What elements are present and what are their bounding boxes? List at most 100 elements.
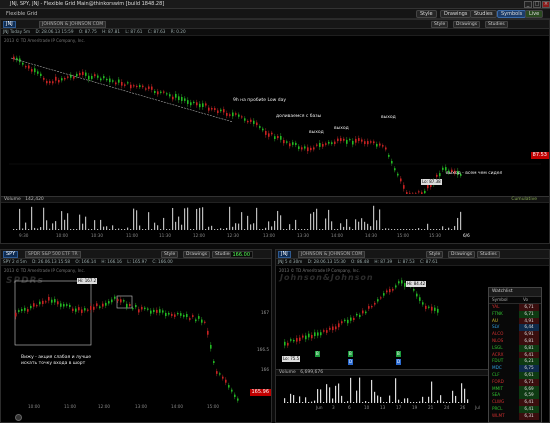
volume-bar bbox=[434, 402, 436, 403]
volume-bar bbox=[190, 229, 192, 230]
live-button[interactable]: Live bbox=[525, 10, 544, 18]
candle bbox=[147, 308, 149, 310]
candle bbox=[299, 337, 301, 341]
candle bbox=[231, 389, 233, 392]
spy-style-button[interactable]: Style bbox=[161, 251, 179, 258]
volume-bar bbox=[214, 229, 216, 230]
watchlist-row[interactable]: CLWG 6,41 bbox=[489, 399, 541, 406]
watchlist-value: 6,21 bbox=[519, 358, 539, 366]
watchlist-row[interactable]: AU 4,91 bbox=[489, 317, 541, 325]
dividend-marker[interactable]: D bbox=[348, 359, 354, 365]
watchlist-row[interactable]: YAL 6,71 bbox=[489, 304, 541, 311]
candle bbox=[295, 142, 297, 146]
candle bbox=[219, 373, 221, 375]
volume-bar bbox=[184, 208, 186, 230]
watchlist-symbol: LSGL bbox=[492, 344, 503, 350]
jnj-daily-x-tick: 10 bbox=[364, 405, 370, 410]
watchlist-value: 6,41 bbox=[519, 405, 539, 413]
watchlist-row[interactable]: NLOS 6,81 bbox=[489, 337, 541, 345]
volume-bar bbox=[139, 225, 141, 230]
candle bbox=[344, 319, 346, 322]
jnj-daily-drawings-button[interactable]: Drawings bbox=[448, 251, 476, 258]
close-button[interactable]: × bbox=[542, 1, 550, 8]
candle bbox=[184, 98, 186, 101]
symbols-button[interactable]: Symbols bbox=[497, 10, 527, 18]
watchlist-row[interactable]: ALCO 6,91 bbox=[489, 331, 541, 338]
watchlist-row[interactable]: WLMT 6,31 bbox=[489, 412, 541, 420]
watchlist-row[interactable]: MDC 6,75 bbox=[489, 365, 541, 372]
jnj-daily-style-button[interactable]: Style bbox=[426, 251, 444, 258]
grid-label: Flexible Grid bbox=[6, 11, 38, 17]
watchlist-row[interactable]: SLV 6,44 bbox=[489, 324, 541, 332]
volume-bar bbox=[383, 402, 385, 403]
volume-bar bbox=[70, 229, 72, 230]
jnj-daily-volume-bars bbox=[284, 377, 469, 403]
studies-button[interactable]: Studies bbox=[470, 10, 497, 18]
jnj-daily-studies-button[interactable]: Studies bbox=[477, 251, 500, 258]
volume-bar bbox=[262, 229, 264, 230]
spy-drawings-button[interactable]: Drawings bbox=[183, 251, 211, 258]
candle bbox=[400, 178, 402, 182]
volume-bar bbox=[82, 223, 84, 230]
window-title: JNJ, SPY, JNJ - Flexible Grid Main@think… bbox=[10, 1, 165, 7]
minimize-button[interactable]: _ bbox=[524, 1, 532, 8]
style-button[interactable]: Style bbox=[416, 10, 437, 18]
watchlist-col-value[interactable]: Vo bbox=[523, 297, 528, 303]
candle bbox=[105, 302, 107, 306]
jnj-daily-symbol-input[interactable]: JNJ bbox=[278, 251, 291, 258]
watchlist-row[interactable]: FDUT 6,21 bbox=[489, 358, 541, 366]
volume-bar bbox=[401, 402, 403, 403]
candle bbox=[139, 85, 141, 88]
candle bbox=[160, 91, 162, 93]
volume-bar bbox=[331, 221, 333, 230]
watchlist-row[interactable]: FORD 6,71 bbox=[489, 378, 541, 386]
maximize-button[interactable]: □ bbox=[533, 1, 541, 8]
volume-bar bbox=[397, 229, 399, 230]
volume-bar bbox=[353, 402, 355, 403]
main-studies-button[interactable]: Studies bbox=[485, 21, 508, 28]
spy-symbol-input[interactable]: SPY bbox=[3, 251, 19, 258]
watchlist-row[interactable]: SEA 6,59 bbox=[489, 392, 541, 400]
dividend-marker[interactable]: B bbox=[315, 351, 320, 357]
volume-bar bbox=[341, 395, 343, 403]
main-symbol-input[interactable]: JNJ bbox=[3, 21, 16, 28]
spy-scroll-icon[interactable] bbox=[15, 414, 22, 421]
main-candles bbox=[13, 54, 462, 194]
candle bbox=[268, 133, 270, 137]
candle bbox=[123, 300, 125, 302]
watchlist-row[interactable]: ACRX 6,41 bbox=[489, 351, 541, 359]
drawings-button[interactable]: Drawings bbox=[440, 10, 472, 18]
candle bbox=[33, 303, 35, 307]
watchlist-row[interactable]: LSGL 6,81 bbox=[489, 344, 541, 352]
watchlist-value: 6,71 bbox=[519, 310, 539, 318]
volume-bar bbox=[325, 218, 327, 230]
volume-bar bbox=[305, 397, 307, 403]
watchlist-header[interactable]: Watchlist bbox=[489, 288, 541, 297]
candle bbox=[241, 116, 243, 118]
watchlist-row[interactable]: MMIT 6,69 bbox=[489, 385, 541, 393]
dividend-marker[interactable]: D bbox=[396, 359, 402, 365]
candle bbox=[144, 307, 146, 310]
candle bbox=[419, 297, 421, 301]
candle bbox=[358, 138, 360, 141]
candle bbox=[126, 303, 128, 308]
watchlist-row[interactable]: CLF 6,61 bbox=[489, 371, 541, 379]
main-style-button[interactable]: Style bbox=[431, 21, 449, 28]
dividend-marker[interactable]: B bbox=[348, 351, 353, 357]
watchlist-row[interactable]: PRCL 6,41 bbox=[489, 405, 541, 413]
candle bbox=[421, 192, 423, 194]
jnj-daily-x-tick: 21 bbox=[428, 405, 434, 410]
main-x-tick: 11:00 bbox=[126, 233, 139, 238]
watchlist-col-symbol[interactable]: Symbol bbox=[492, 297, 508, 302]
volume-bar bbox=[425, 402, 427, 403]
watchlist-row[interactable]: FTNK 6,71 bbox=[489, 310, 541, 318]
candle bbox=[398, 281, 400, 284]
main-drawings-button[interactable]: Drawings bbox=[453, 21, 481, 28]
dividend-marker[interactable]: B bbox=[396, 351, 401, 357]
candle bbox=[385, 147, 387, 150]
candle bbox=[353, 317, 355, 321]
jnj-daily-volume-chart bbox=[284, 377, 469, 403]
volume-bar bbox=[283, 229, 285, 230]
volume-bar bbox=[37, 228, 39, 230]
spy-x-tick: 14:00 bbox=[171, 404, 184, 409]
